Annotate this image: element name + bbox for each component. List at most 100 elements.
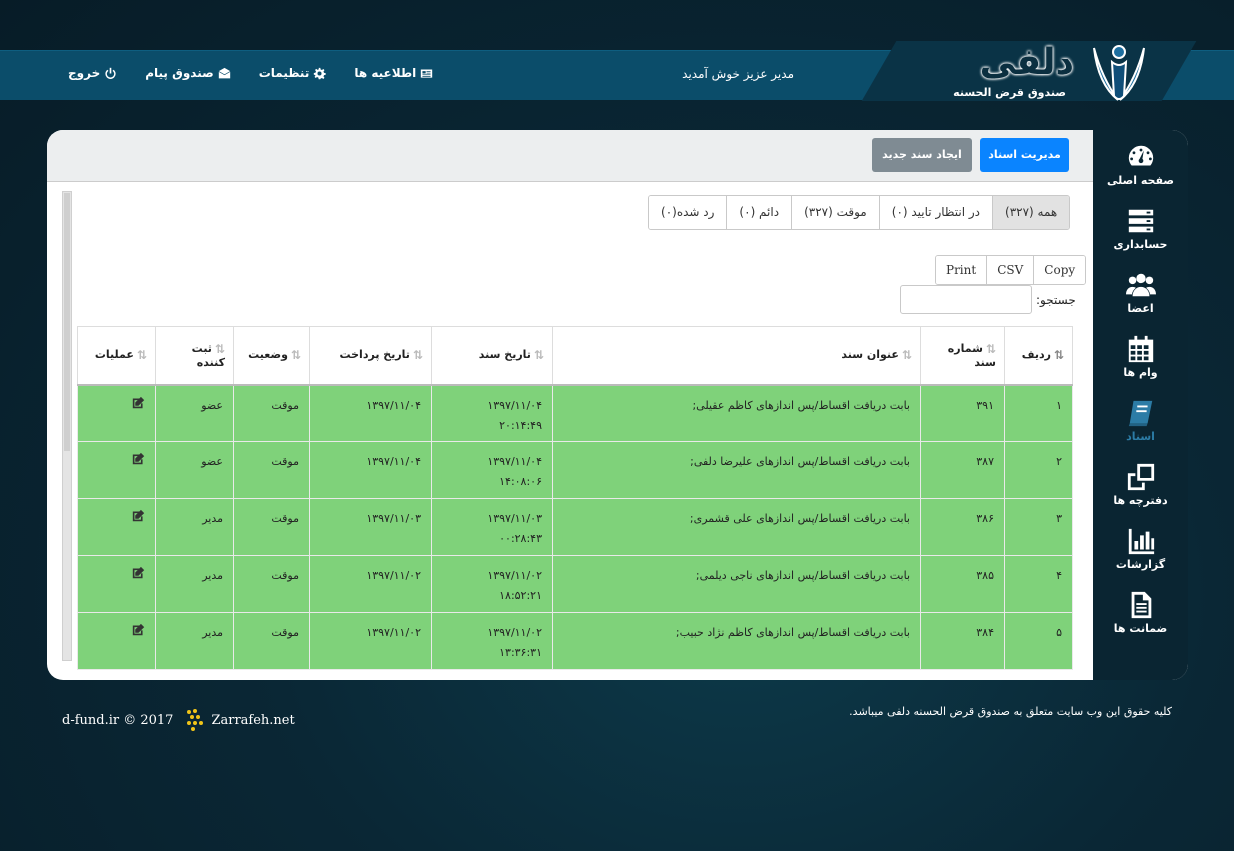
- logo-subtitle: صندوق قرض الحسنه: [953, 86, 1066, 99]
- cell-date: ۱۳۹۷/۱۱/۰۴ ۱۴:۰۸:۰۶: [431, 441, 553, 499]
- sidebar: صفحه اصلی حسابداری اعضا وام ها اسناد دفت…: [1093, 130, 1188, 680]
- filter-pending[interactable]: در انتظار تایید (۰): [878, 196, 992, 229]
- cell-creator: مدیر: [155, 612, 234, 670]
- developer-link[interactable]: Zarrafeh.net: [185, 708, 295, 732]
- sort-icon: ⇅: [290, 348, 301, 363]
- cell-number: ۳۹۱: [920, 384, 1005, 442]
- cell-index: ۱: [1004, 384, 1073, 442]
- content-area: مدیریت اسناد ایجاد سند جدید همه (۳۲۷) در…: [47, 130, 1093, 680]
- developer-name: Zarrafeh.net: [211, 712, 295, 728]
- scrollbar-thumb[interactable]: [64, 193, 70, 451]
- manage-documents-button[interactable]: مدیریت اسناد: [980, 138, 1069, 172]
- cell-number: ۳۸۷: [920, 441, 1005, 499]
- nav-logout[interactable]: خروج: [68, 66, 117, 80]
- nav-inbox[interactable]: صندوق پیام: [145, 66, 231, 80]
- col-header-actions[interactable]: ⇅عملیات: [77, 326, 156, 386]
- scrollbar[interactable]: [62, 191, 72, 661]
- cell-status: موقت: [233, 612, 310, 670]
- col-header-index[interactable]: ⇅ردیف: [1004, 326, 1073, 386]
- export-buttons: Copy CSV Print: [935, 255, 1087, 285]
- sidebar-label-guarantees: ضمانت ها: [1113, 622, 1168, 635]
- doc-date: ۱۳۹۷/۱۱/۰۴: [487, 455, 542, 468]
- sidebar-item-home[interactable]: صفحه اصلی: [1093, 134, 1188, 198]
- cell-index: ۴: [1004, 555, 1073, 613]
- filter-rejected[interactable]: رد شده(۰): [649, 196, 727, 229]
- cell-date: ۱۳۹۷/۱۱/۰۲ ۱۳:۳۶:۳۱: [431, 612, 553, 670]
- file-text-icon: [1131, 591, 1151, 619]
- col-header-status[interactable]: ⇅وضعیت: [233, 326, 310, 386]
- sidebar-item-members[interactable]: اعضا: [1093, 262, 1188, 326]
- cell-status: موقت: [233, 384, 310, 442]
- filter-permanent[interactable]: دائم (۰): [726, 196, 792, 229]
- col-header-creator[interactable]: ⇅ثبت کننده: [155, 326, 234, 386]
- main-panel: صفحه اصلی حسابداری اعضا وام ها اسناد دفت…: [47, 130, 1188, 680]
- edit-icon[interactable]: [132, 396, 145, 409]
- dashboard-icon: [1128, 145, 1153, 166]
- sort-icon: ⇅: [1053, 348, 1064, 363]
- logo[interactable]: دلفی صندوق قرض الحسنه: [904, 40, 1154, 110]
- sidebar-item-guarantees[interactable]: ضمانت ها: [1093, 582, 1188, 646]
- edit-icon[interactable]: [132, 452, 145, 465]
- nav-settings-label: تنظیمات: [258, 66, 310, 80]
- edit-icon[interactable]: [132, 623, 145, 636]
- clone-icon: [1127, 463, 1154, 491]
- sidebar-label-booklets: دفترچه ها: [1113, 494, 1168, 507]
- documents-table: ⇅ردیف ⇅شماره سند ⇅عنوان سند ⇅تاریخ سند ⇅…: [77, 326, 1073, 670]
- col-header-title[interactable]: ⇅عنوان سند: [552, 326, 921, 386]
- col-header-number[interactable]: ⇅شماره سند: [920, 326, 1005, 386]
- cell-index: ۳: [1004, 498, 1073, 556]
- nav-inbox-label: صندوق پیام: [145, 66, 214, 80]
- edit-icon[interactable]: [132, 509, 145, 522]
- logo-title: دلفی: [979, 42, 1074, 83]
- copy-button[interactable]: Copy: [1033, 256, 1086, 284]
- table-row: ۵ ۳۸۴ بابت دریافت اقساط/پس اندازهای کاظم ن…: [77, 612, 1073, 670]
- welcome-text: مدیر عزیز خوش آمدید: [682, 67, 794, 81]
- doc-date: ۱۳۹۷/۱۱/۰۲: [487, 626, 542, 639]
- sidebar-item-reports[interactable]: گزارشات: [1093, 518, 1188, 582]
- cell-creator: عضو: [155, 441, 234, 499]
- col-header-pay-date[interactable]: ⇅تاریخ پرداخت: [309, 326, 432, 386]
- cell-number: ۳۸۴: [920, 612, 1005, 670]
- cell-title: بابت دریافت اقساط/پس اندازهای کاظم نژاد …: [552, 612, 921, 670]
- cell-pay-date: ۱۳۹۷/۱۱/۰۴: [309, 441, 432, 499]
- doc-time: ۱۳:۳۶:۳۱: [499, 646, 542, 659]
- cell-title: بابت دریافت اقساط/پس اندازهای علی قشمری;: [552, 498, 921, 556]
- footer-copyright: d-fund.ir © 2017: [62, 712, 174, 728]
- edit-icon[interactable]: [132, 566, 145, 579]
- doc-time: ۲۰:۱۴:۴۹: [499, 418, 542, 432]
- cell-status: موقت: [233, 441, 310, 499]
- search-input[interactable]: [900, 285, 1032, 314]
- sidebar-item-accounting[interactable]: حسابداری: [1093, 198, 1188, 262]
- power-icon: [105, 67, 116, 79]
- doc-date: ۱۳۹۷/۱۱/۰۳: [487, 512, 542, 525]
- nav-settings[interactable]: تنظیمات: [259, 66, 327, 80]
- sidebar-item-booklets[interactable]: دفترچه ها: [1093, 454, 1188, 518]
- sidebar-label-accounting: حسابداری: [1113, 238, 1168, 251]
- search-label: جستجو:: [1036, 293, 1076, 307]
- calendar-icon: [1128, 335, 1153, 363]
- nav-news-label: اطلاعیه ها: [354, 66, 417, 80]
- cell-status: موقت: [233, 555, 310, 613]
- nav-logout-label: خروج: [68, 66, 101, 80]
- csv-button[interactable]: CSV: [986, 256, 1034, 284]
- filter-temporary[interactable]: موقت (۳۲۷): [791, 196, 879, 229]
- sort-icon: ⇅: [533, 348, 544, 363]
- filter-all[interactable]: همه (۳۲۷): [992, 196, 1070, 229]
- sidebar-item-loans[interactable]: وام ها: [1093, 326, 1188, 390]
- users-icon: [1125, 273, 1156, 297]
- sidebar-item-documents[interactable]: اسناد: [1093, 390, 1188, 454]
- cell-date: ۱۳۹۷/۱۱/۰۴ ۲۰:۱۴:۴۹: [431, 384, 553, 442]
- col-header-date[interactable]: ⇅تاریخ سند: [431, 326, 553, 386]
- sidebar-label-loans: وام ها: [1123, 366, 1158, 379]
- table-row: ۱ ۳۹۱ بابت دریافت اقساط/پس اندازهای کاظم ع…: [77, 384, 1073, 442]
- print-button[interactable]: Print: [936, 256, 987, 284]
- footer-credits: d-fund.ir © 2017 Zarrafeh.net: [62, 708, 295, 732]
- logo-mark-icon: [1093, 45, 1145, 101]
- cell-title: بابت دریافت اقساط/پس اندازهای علیرضا دلف…: [552, 441, 921, 499]
- cell-actions: [77, 555, 156, 613]
- doc-time: ۰۰:۲۸:۴۳: [499, 532, 542, 545]
- nav-news[interactable]: اطلاعیه ها: [354, 66, 433, 80]
- cell-number: ۳۸۵: [920, 555, 1005, 613]
- create-document-button[interactable]: ایجاد سند جدید: [872, 138, 972, 172]
- bar-chart-icon: [1128, 528, 1154, 555]
